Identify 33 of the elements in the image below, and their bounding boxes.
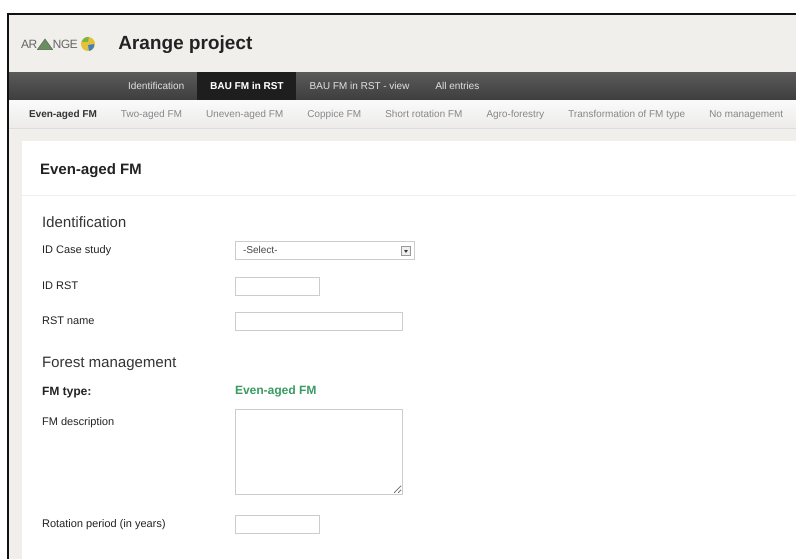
sub-nav-tab[interactable]: Short rotation FM [373, 108, 474, 120]
globe-icon [80, 36, 96, 52]
page-title: Arange project [118, 32, 252, 54]
logo-text: NGE [52, 36, 78, 50]
logo-text: AR [21, 36, 37, 50]
field-label: RST name [42, 314, 96, 327]
case-study-select[interactable]: -Select- [235, 241, 415, 260]
section-heading: Identification [42, 214, 128, 231]
input-field[interactable] [235, 515, 320, 534]
field-label: ID RST [42, 279, 80, 292]
nav-tab[interactable]: All entries [422, 72, 492, 100]
input-field[interactable] [235, 277, 320, 296]
fm-type-value: Even-aged FM [235, 382, 316, 397]
field-label: FM description [42, 415, 116, 428]
nav-tab[interactable]: BAU FM in RST [197, 72, 296, 100]
mountain-icon [36, 38, 53, 50]
sub-nav-tab[interactable]: Agro-forestry [474, 108, 556, 120]
field-label: ID Case study [42, 243, 112, 256]
sub-nav-tab[interactable]: No management [697, 108, 795, 120]
sub-nav-tab[interactable]: Even-aged FM [17, 108, 109, 120]
sub-nav-tab[interactable]: Two-aged FM [108, 108, 194, 120]
description-field[interactable] [235, 409, 403, 495]
nav-tab[interactable]: BAU FM in RST - view [296, 72, 422, 100]
input-field[interactable] [235, 312, 403, 331]
dropdown-icon [401, 246, 411, 256]
field-label: Rotation period (in years) [42, 517, 167, 530]
card-title: Even-aged FM [22, 141, 796, 196]
sub-nav-tab[interactable]: Coppice FM [295, 108, 374, 120]
nav-tab[interactable]: Identification [115, 72, 198, 100]
sub-nav-tab[interactable]: Uneven-aged FM [194, 108, 296, 120]
sub-nav-tab[interactable]: Transformation of FM type [556, 108, 698, 120]
field-label: FM type: [42, 383, 92, 398]
section-heading: Forest management [42, 354, 178, 371]
